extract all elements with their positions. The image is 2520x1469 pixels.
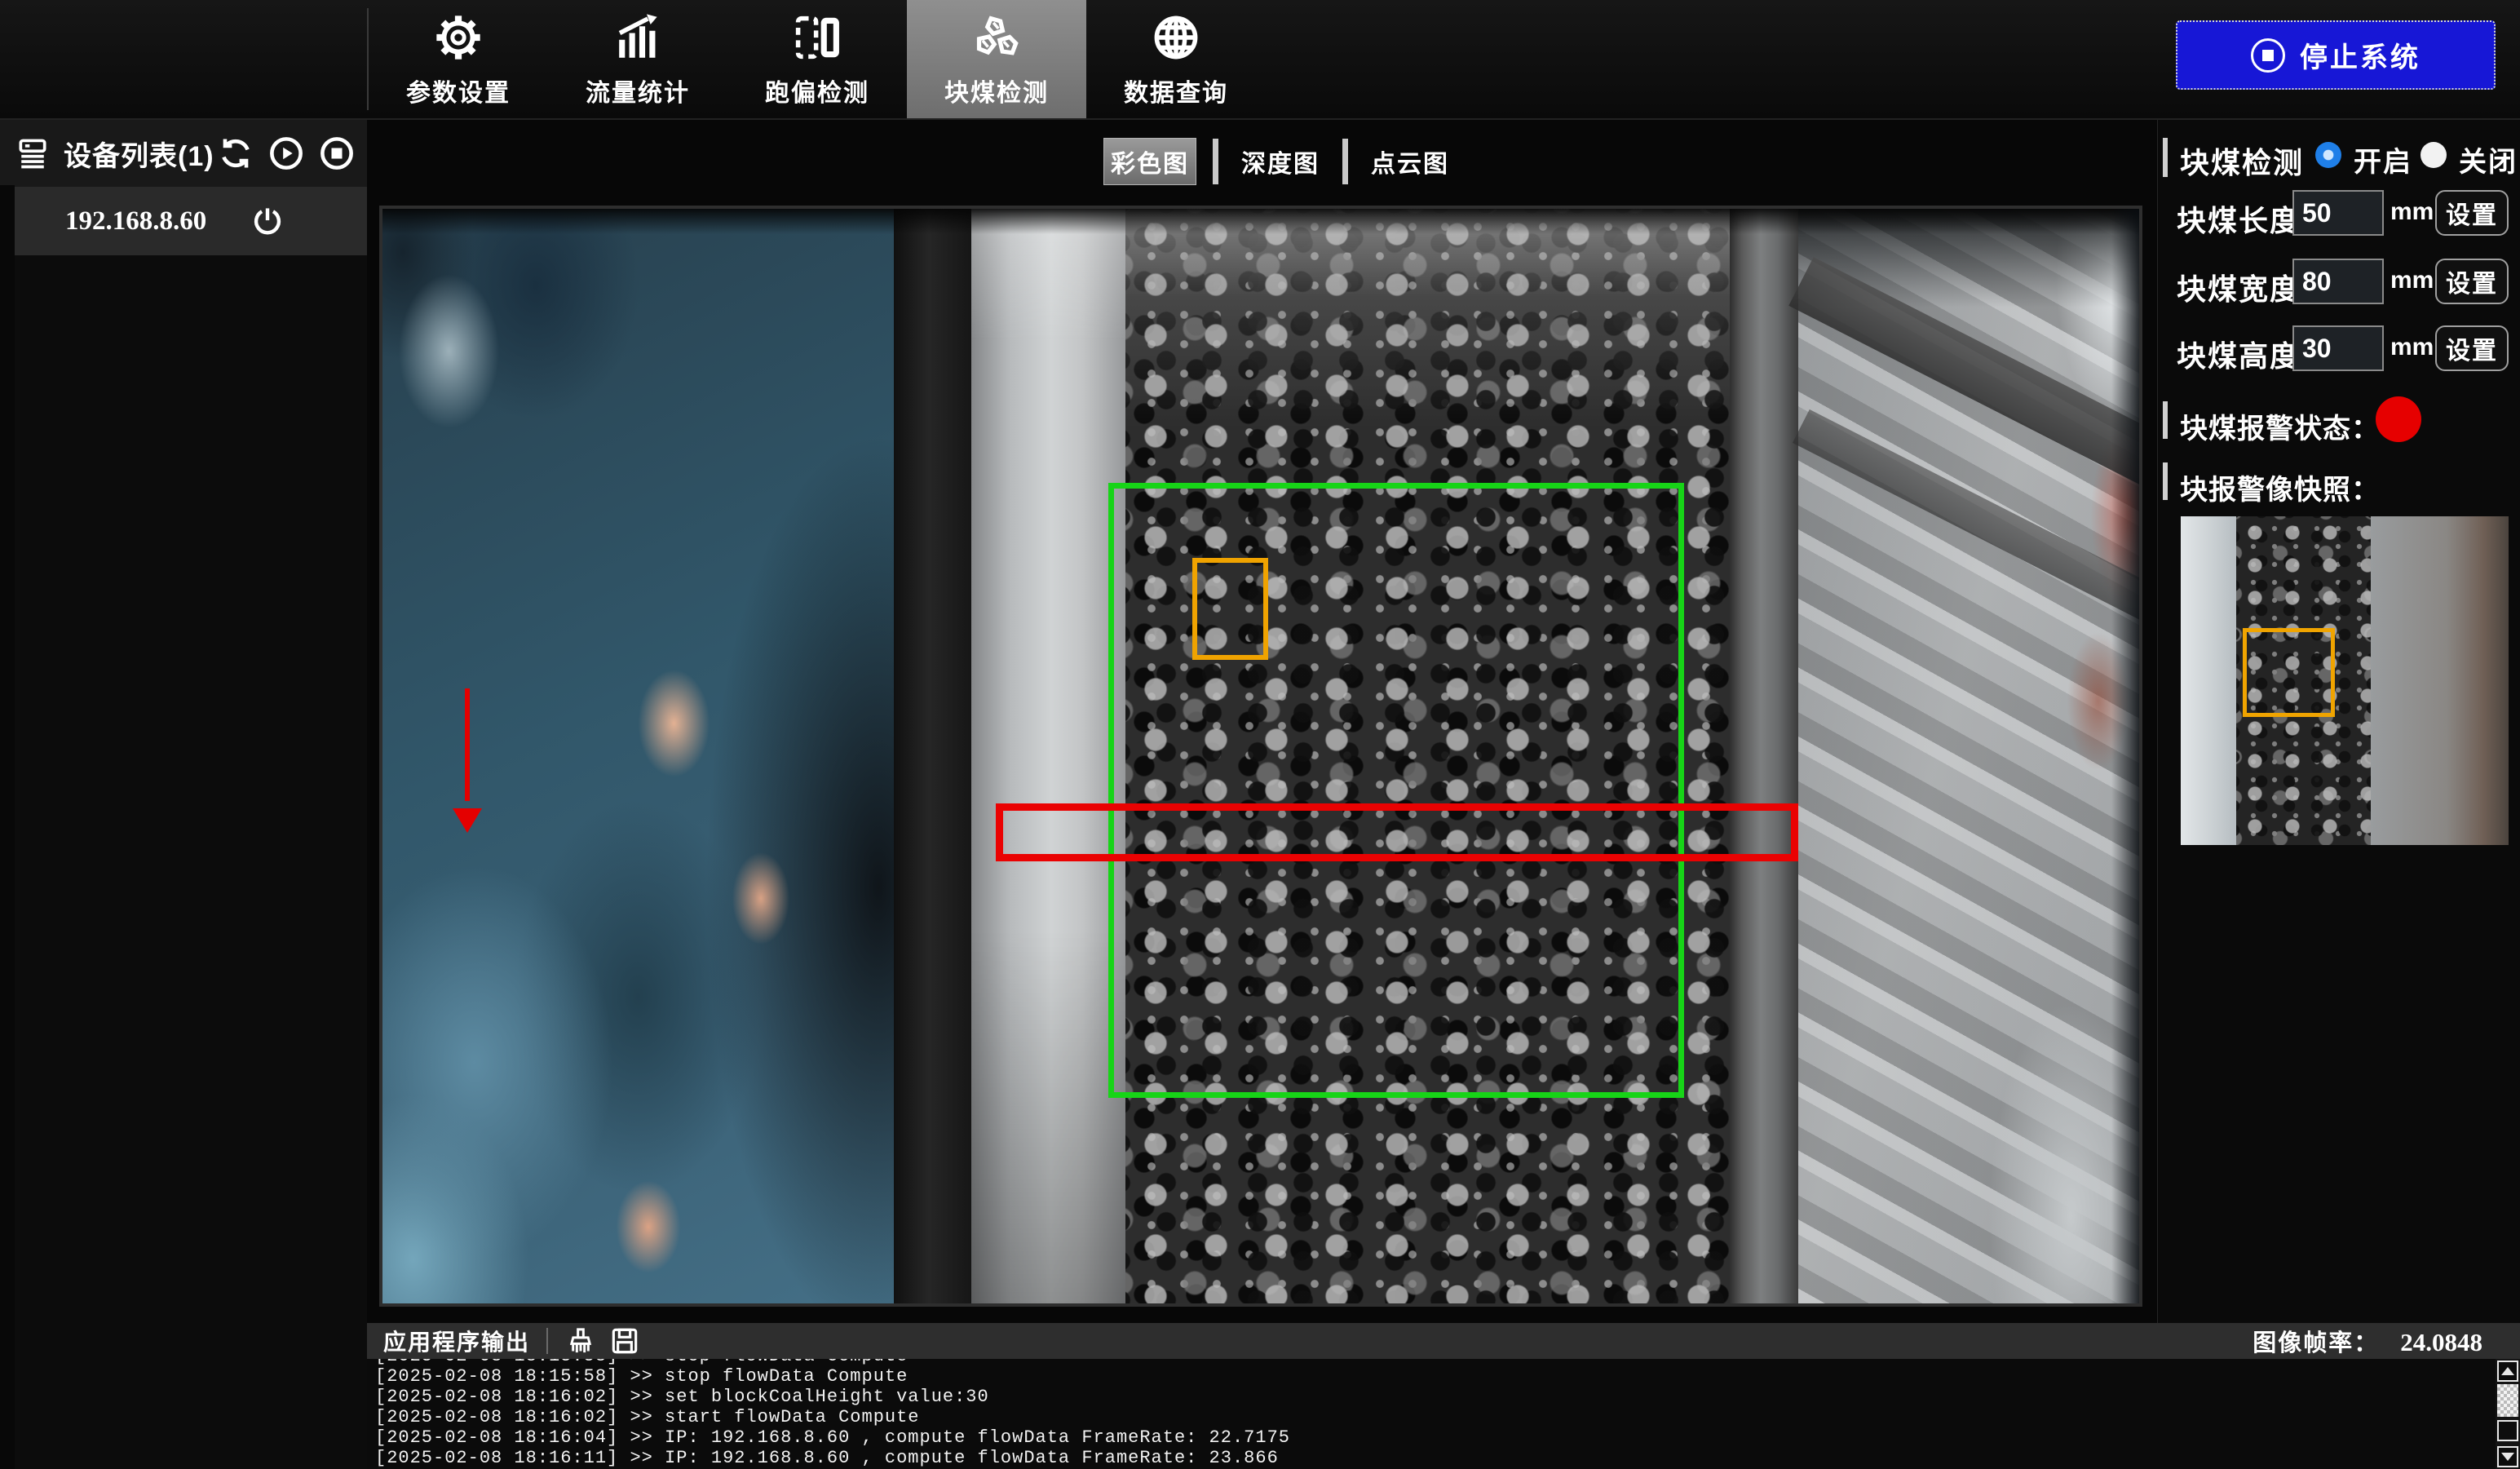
- scrollbar-thumb[interactable]: [2497, 1384, 2518, 1417]
- scene-machinery-area: [1798, 209, 2139, 1303]
- snapshot-belt-edge: [2181, 516, 2236, 845]
- toolbar-tab-label: 流量统计: [586, 73, 690, 108]
- log-title: 应用程序输出: [383, 1325, 530, 1357]
- log-line: [2025-02-08 18:15:58] >> stop flowData C…: [375, 1366, 2492, 1387]
- scroll-up-button[interactable]: [2497, 1361, 2518, 1382]
- radio-on-label: 开启: [2354, 139, 2412, 179]
- stop-icon: [2251, 38, 2285, 73]
- coal-detection-panel: 块煤检测 开启 关闭 块煤长度 mm 设置 块煤宽度 mm 设置 块煤高度 mm…: [2157, 120, 2520, 1323]
- device-list-icon: [15, 135, 51, 171]
- scene-belt-surface: [971, 209, 1126, 1303]
- tab-color-image[interactable]: 彩色图: [1103, 138, 1196, 185]
- camera-scene: [382, 209, 2139, 1303]
- tab-point-cloud[interactable]: 点云图: [1364, 139, 1456, 184]
- main-nav: 参数设置 流量统计 跑偏检测 块煤检测: [369, 0, 1266, 118]
- toolbar-tab-params[interactable]: 参数设置: [369, 0, 548, 118]
- gear-icon: [431, 11, 485, 64]
- radio-detection-off[interactable]: [2421, 142, 2447, 168]
- toolbar-tab-deviation[interactable]: 跑偏检测: [727, 0, 907, 118]
- log-line-partial: [2025-02-08 18:15:58] >> stop flowData C…: [375, 1359, 2492, 1366]
- framerate-label: 图像帧率：: [2253, 1324, 2379, 1358]
- coal-height-input[interactable]: [2292, 325, 2384, 371]
- tab-depth-image[interactable]: 深度图: [1235, 139, 1326, 184]
- power-icon[interactable]: [250, 203, 285, 239]
- alarm-status-indicator: [2376, 396, 2421, 442]
- coal-blocks-icon: [970, 11, 1023, 64]
- scroll-down-button[interactable]: [2497, 1446, 2518, 1467]
- sidebar-edge-strip: [0, 185, 15, 1469]
- log-scrollbar[interactable]: [2496, 1359, 2520, 1469]
- radio-off-label: 关闭: [2459, 139, 2518, 179]
- start-all-button[interactable]: [267, 135, 305, 172]
- refresh-devices-button[interactable]: [217, 135, 254, 172]
- application-output-panel: 应用程序输出 图像帧率： 24.0848 [2025-02-08 18:15:5…: [367, 1323, 2520, 1469]
- log-output: [2025-02-08 18:15:58] >> stop flowData C…: [375, 1359, 2492, 1469]
- toolbar-tab-label: 参数设置: [406, 73, 511, 108]
- camera-feed: [379, 206, 2142, 1307]
- device-list-header: 设备列表(1): [0, 120, 367, 187]
- snapshot-rail: [2371, 516, 2509, 845]
- toolbar-tab-label: 数据查询: [1124, 73, 1228, 108]
- arrow-head: [453, 808, 482, 833]
- coal-width-set-button[interactable]: 设置: [2435, 259, 2509, 304]
- log-line: [2025-02-08 18:16:04] >> IP: 192.168.8.6…: [375, 1427, 2492, 1448]
- coal-length-set-button[interactable]: 设置: [2435, 190, 2509, 236]
- coal-width-input[interactable]: [2292, 259, 2384, 304]
- toolbar-tab-coal-detect[interactable]: 块煤检测: [907, 0, 1086, 118]
- coal-block-overlay: [1192, 558, 1268, 660]
- log-header-divider: [546, 1328, 548, 1354]
- section-accent-bar: [2163, 138, 2168, 177]
- coal-length-input[interactable]: [2292, 190, 2384, 236]
- coal-detection-title: 块煤检测: [2180, 139, 2304, 182]
- framerate-readout: 图像帧率： 24.0848: [2253, 1324, 2482, 1358]
- device-list-title: 设备列表(1): [64, 134, 214, 174]
- radio-detection-on[interactable]: [2315, 142, 2341, 168]
- flow-direction-arrow: [451, 688, 484, 833]
- scrollbar-track-button[interactable]: [2497, 1420, 2518, 1441]
- coal-width-label: 块煤宽度: [2177, 266, 2301, 308]
- section-accent-bar: [2163, 462, 2168, 500]
- deviation-icon: [790, 11, 844, 64]
- toolbar-tab-label: 跑偏检测: [765, 73, 869, 108]
- view-tab-separator: [1213, 139, 1218, 184]
- arrow-shaft: [465, 688, 470, 801]
- device-sidebar: 设备列表(1) 192.168.8.60: [0, 120, 367, 1469]
- log-line: [2025-02-08 18:16:02] >> set blockCoalHe…: [375, 1387, 2492, 1407]
- bar-chart-icon: [611, 11, 665, 64]
- stop-system-label: 停止系统: [2300, 35, 2421, 75]
- coal-length-label: 块煤长度: [2177, 197, 2301, 240]
- coal-width-unit: mm: [2390, 267, 2434, 294]
- coal-height-unit: mm: [2390, 334, 2434, 361]
- log-line: [2025-02-08 18:16:02] >> start flowData …: [375, 1407, 2492, 1427]
- coal-height-set-button[interactable]: 设置: [2435, 325, 2509, 371]
- coal-length-unit: mm: [2390, 198, 2434, 226]
- device-row[interactable]: 192.168.8.60: [15, 187, 367, 255]
- scene-rail: [1730, 209, 1798, 1303]
- toolbar-tab-flow-stats[interactable]: 流量统计: [548, 0, 727, 118]
- section-accent-bar: [2163, 401, 2168, 439]
- globe-icon: [1149, 11, 1203, 64]
- stop-all-button[interactable]: [318, 135, 356, 172]
- framerate-value: 24.0848: [2400, 1328, 2482, 1357]
- alarm-snapshot-label: 块报警像快照：: [2180, 467, 2380, 507]
- clear-log-button[interactable]: [564, 1325, 597, 1357]
- device-list-actions: [217, 135, 356, 172]
- app-window: 参数设置 流量统计 跑偏检测 块煤检测: [0, 0, 2520, 1469]
- measure-line-overlay: [996, 803, 1798, 861]
- top-toolbar: 参数设置 流量统计 跑偏检测 块煤检测: [0, 0, 2520, 120]
- scene-belt-edge: [894, 209, 971, 1303]
- stop-system-button[interactable]: 停止系统: [2176, 20, 2496, 90]
- view-tab-separator: [1342, 139, 1348, 184]
- device-ip: 192.168.8.60: [65, 206, 206, 237]
- view-tab-strip: 彩色图 深度图 点云图: [1103, 139, 1456, 184]
- toolbar-tab-data-query[interactable]: 数据查询: [1086, 0, 1266, 118]
- save-log-button[interactable]: [608, 1325, 641, 1357]
- snapshot-coal-block-overlay: [2243, 628, 2335, 717]
- toolbar-tab-label: 块煤检测: [944, 73, 1049, 108]
- log-header: 应用程序输出 图像帧率： 24.0848: [367, 1323, 2520, 1359]
- log-line: [2025-02-08 18:16:11] >> IP: 192.168.8.6…: [375, 1448, 2492, 1468]
- alarm-snapshot-image: [2181, 516, 2509, 845]
- alarm-status-label: 块煤报警状态：: [2180, 406, 2380, 446]
- coal-height-label: 块煤高度: [2177, 333, 2301, 375]
